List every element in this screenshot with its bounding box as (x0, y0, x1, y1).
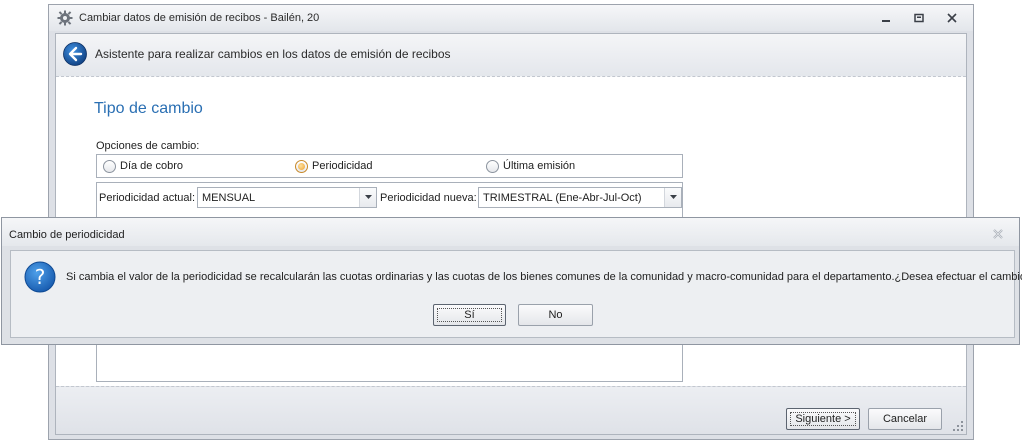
dialog-message: Si cambia el valor de la periodicidad se… (66, 271, 1022, 283)
dropdown-button[interactable] (359, 188, 376, 207)
close-icon (993, 229, 1003, 239)
maximize-button[interactable] (908, 9, 930, 27)
radio-circle-selected (295, 160, 308, 173)
wizard-footer: Siguiente > Cancelar (56, 386, 966, 434)
periodicity-row: Periodicidad actual: MENSUAL Periodicida… (97, 182, 682, 212)
new-periodicity-label: Periodicidad nueva: (380, 192, 477, 204)
back-arrow-icon (63, 42, 87, 66)
new-periodicity-value: TRIMESTRAL (Ene-Abr-Jul-Oct) (483, 192, 642, 204)
gear-icon (57, 10, 73, 26)
radio-label: Última emisión (503, 160, 576, 172)
new-periodicity-select[interactable]: TRIMESTRAL (Ene-Abr-Jul-Oct) (478, 187, 682, 208)
current-periodicity-label: Periodicidad actual: (99, 192, 196, 204)
question-icon: ? (24, 261, 56, 293)
section-title: Tipo de cambio (94, 100, 203, 117)
options-label: Opciones de cambio: (96, 140, 200, 152)
minimize-icon (882, 20, 890, 22)
current-periodicity-value: MENSUAL (202, 192, 256, 204)
radio-label: Día de cobro (120, 160, 183, 172)
radio-label: Periodicidad (312, 160, 373, 172)
dialog-body: ? Si cambia el valor de la periodicidad … (10, 250, 1022, 338)
change-options-group: Día de cobro Periodicidad Última emisión (96, 154, 683, 178)
maximize-icon (914, 13, 924, 23)
svg-text:?: ? (35, 265, 46, 289)
chevron-down-icon (364, 195, 372, 199)
window-titlebar[interactable]: Cambiar datos de emisión de recibos - Ba… (49, 5, 973, 31)
no-button[interactable]: No (518, 304, 593, 326)
close-icon (947, 13, 957, 23)
wizard-header: Asistente para realizar cambios en los d… (56, 34, 966, 77)
close-button[interactable] (941, 9, 963, 27)
cancel-button[interactable]: Cancelar (868, 408, 942, 430)
window-title: Cambiar datos de emisión de recibos - Ba… (79, 12, 320, 24)
current-periodicity-select[interactable]: MENSUAL (197, 187, 377, 208)
minimize-button[interactable] (875, 9, 897, 27)
dropdown-button[interactable] (664, 188, 681, 207)
dialog-close-button[interactable] (992, 228, 1006, 240)
radio-circle (486, 160, 499, 173)
next-button[interactable]: Siguiente > (786, 408, 860, 430)
chevron-down-icon (669, 195, 677, 199)
yes-button[interactable]: Sí (433, 304, 506, 326)
wizard-header-title: Asistente para realizar cambios en los d… (95, 47, 451, 61)
radio-circle (103, 160, 116, 173)
dialog-titlebar[interactable]: Cambio de periodicidad (2, 218, 1019, 246)
confirm-dialog: Cambio de periodicidad ? Si cambia el va… (1, 217, 1022, 345)
back-button[interactable] (63, 42, 87, 66)
resize-grip-icon[interactable] (952, 420, 964, 432)
dialog-title: Cambio de periodicidad (9, 229, 125, 241)
